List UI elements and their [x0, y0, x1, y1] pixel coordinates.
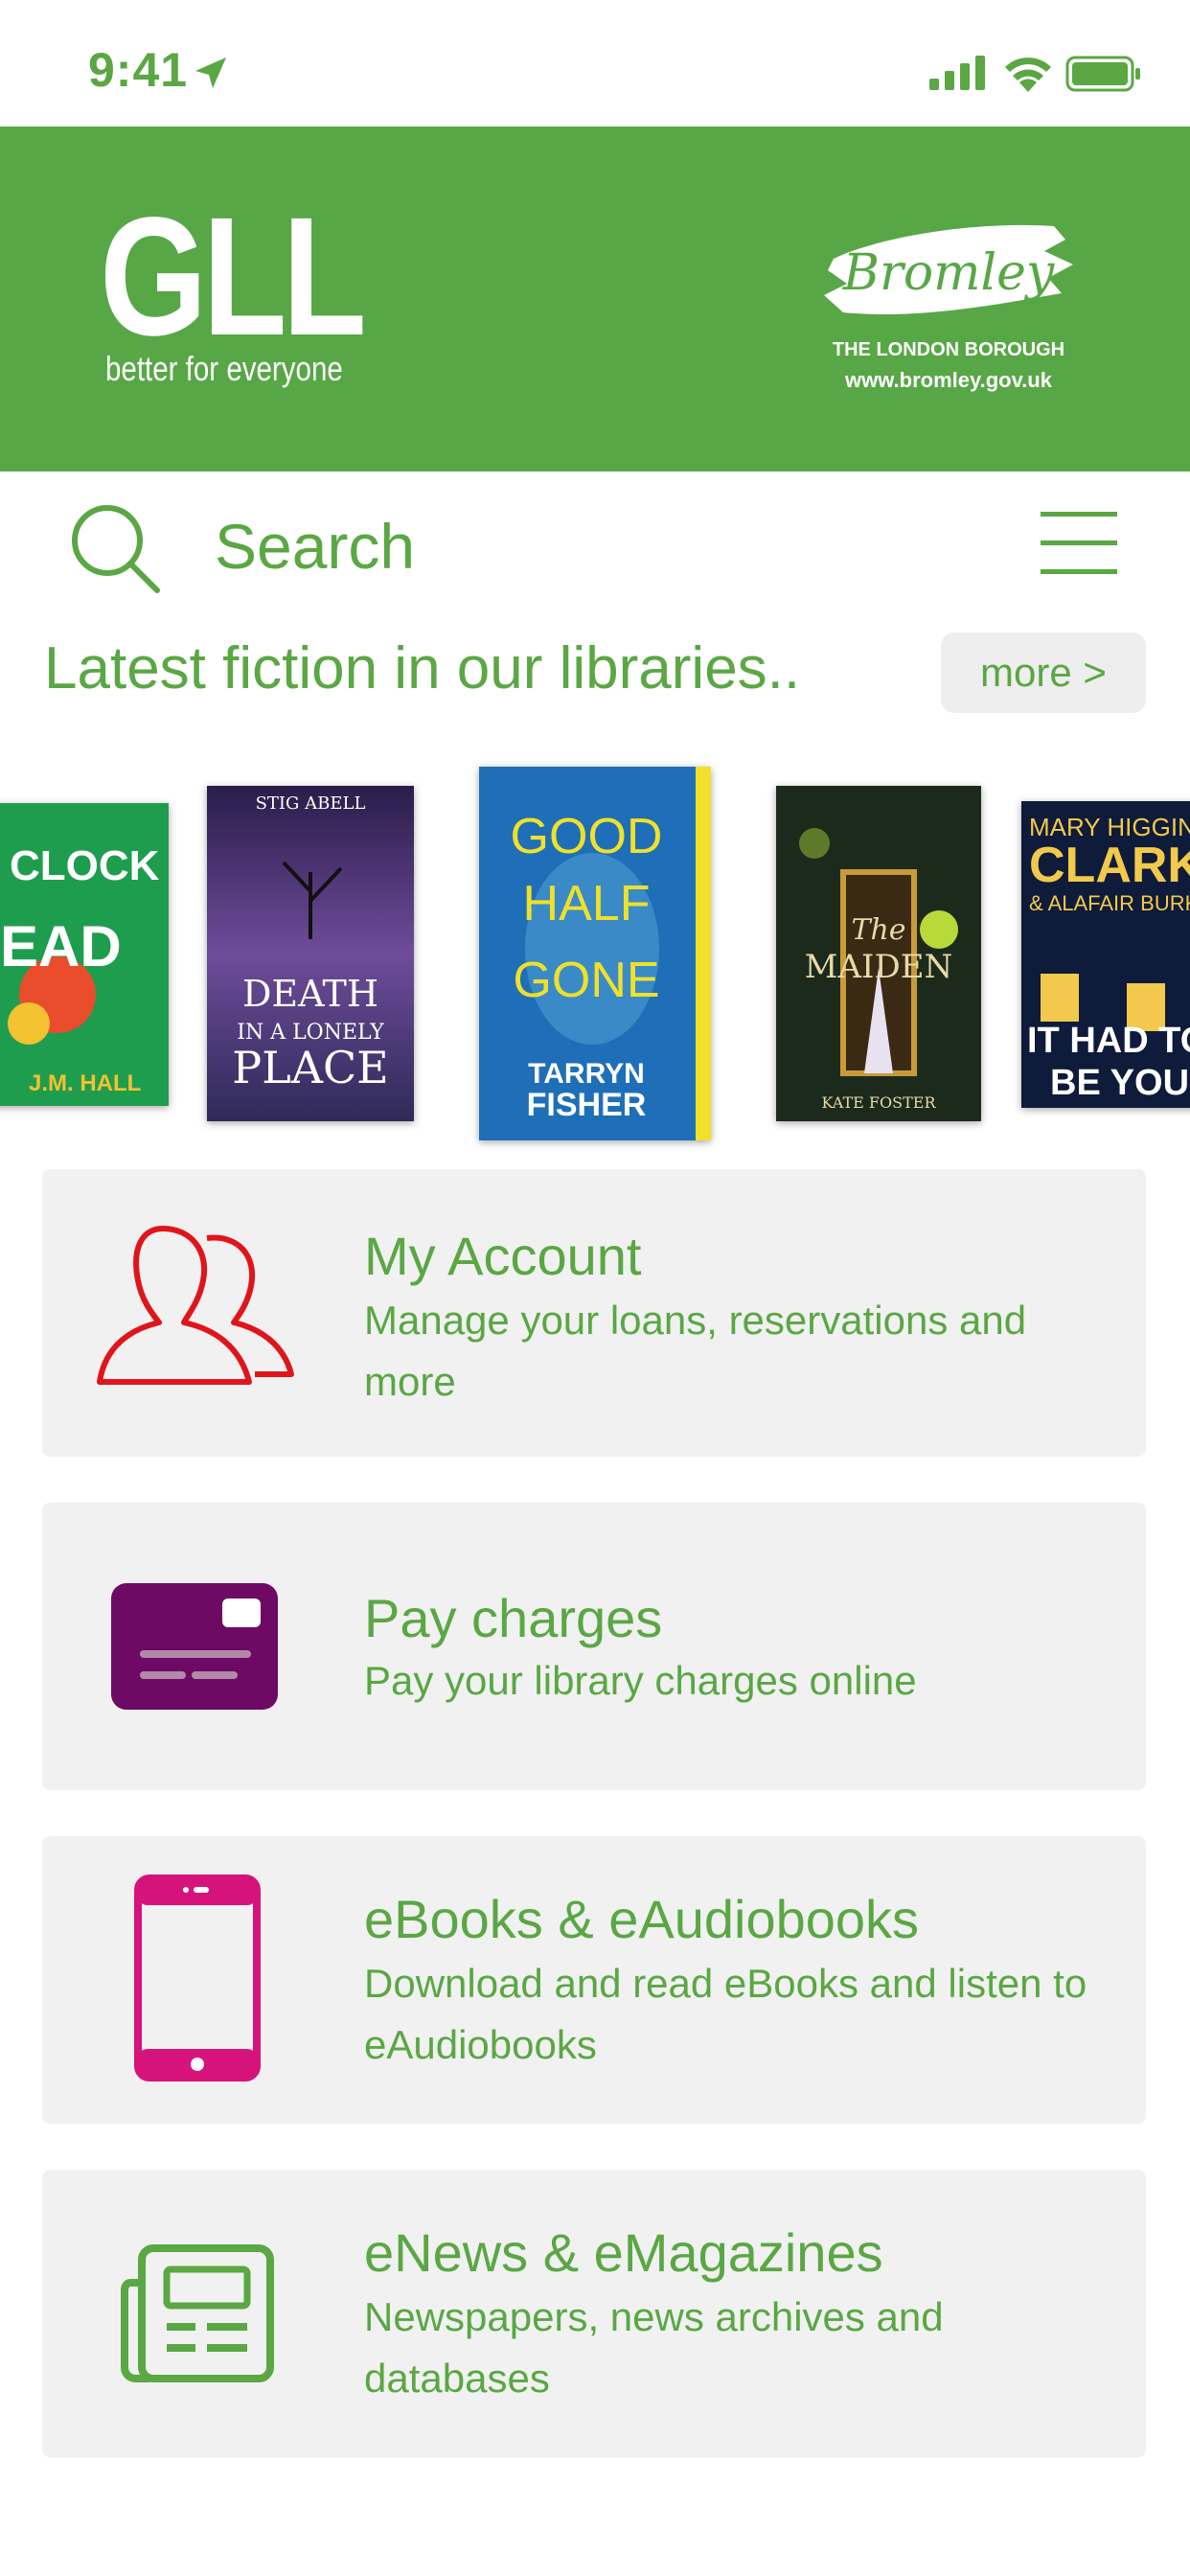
book-cover[interactable]: CLOCK EAD J.M. HALL — [0, 803, 169, 1106]
svg-text:GONE: GONE — [513, 953, 659, 1008]
ebooks-card[interactable]: eBooks & eAudiobooks Download and read e… — [42, 1836, 1146, 2124]
phone-icon — [134, 1874, 261, 2082]
svg-text:& ALAFAIR BURKE: & ALAFAIR BURKE — [1029, 891, 1190, 915]
enews-card[interactable]: eNews & eMagazines Newspapers, news arch… — [42, 2170, 1146, 2457]
svg-text:CLOCK: CLOCK — [10, 842, 160, 889]
wifi-icon — [1005, 58, 1051, 92]
book-cover-art: The MAIDEN KATE FOSTER — [776, 786, 981, 1121]
svg-text:IT HAD TO: IT HAD TO — [1027, 1021, 1190, 1061]
book-carousel[interactable]: CLOCK EAD J.M. HALL STIG ABELL DEATH IN … — [0, 759, 1190, 1152]
card-description: Manage your loans, reservations and more — [364, 1298, 1027, 1404]
signal-icon — [929, 56, 985, 90]
book-cover[interactable]: The MAIDEN KATE FOSTER — [776, 786, 981, 1121]
card-icon — [111, 1583, 278, 1710]
card-title: eNews & eMagazines — [364, 2222, 883, 2283]
card-description: Pay your library charges online — [364, 1658, 917, 1703]
user-group-icon — [97, 1226, 294, 1385]
svg-text:J.M. HALL: J.M. HALL — [29, 1070, 141, 1096]
card-title: Pay charges — [364, 1588, 663, 1648]
more-button[interactable]: more > — [941, 632, 1146, 713]
my-account-card[interactable]: My Account Manage your loans, reservatio… — [42, 1169, 1146, 1457]
svg-text:BE YOU: BE YOU — [1050, 1063, 1189, 1103]
book-cover[interactable]: GOOD HALF GONE TARRYN FISHER — [479, 767, 711, 1140]
book-cover-art: STIG ABELL DEATH IN A LONELY PLACE — [207, 786, 414, 1121]
card-title: My Account — [364, 1226, 642, 1286]
battery-icon — [1065, 56, 1140, 92]
svg-text:HALF: HALF — [523, 876, 651, 932]
svg-text:STIG ABELL: STIG ABELL — [256, 794, 366, 814]
search-input[interactable]: Search — [215, 510, 415, 583]
svg-text:CLARK: CLARK — [1029, 838, 1190, 893]
book-cover-art: MARY HIGGINS CLARK & ALAFAIR BURKE IT HA… — [1021, 801, 1190, 1108]
section-title: Latest fiction in our libraries.. — [44, 635, 801, 702]
svg-text:KATE FOSTER: KATE FOSTER — [822, 1093, 937, 1112]
card-title: eBooks & eAudiobooks — [364, 1889, 920, 1949]
search-icon[interactable] — [67, 500, 163, 596]
status-bar: 9:41 — [0, 0, 1190, 126]
svg-text:GOOD: GOOD — [511, 809, 663, 864]
svg-text:TARRYN: TARRYN — [528, 1058, 645, 1090]
svg-text:MAIDEN: MAIDEN — [805, 948, 953, 986]
svg-text:The: The — [851, 913, 905, 947]
newspaper-icon — [121, 2244, 274, 2382]
svg-text:Bromley: Bromley — [842, 244, 1055, 302]
svg-text:FISHER: FISHER — [527, 1087, 647, 1123]
location-arrow-icon — [195, 58, 226, 88]
svg-text:DEATH: DEATH — [242, 973, 378, 1015]
status-time: 9:41 — [88, 43, 189, 97]
bromley-brush-icon: Bromley — [824, 224, 1073, 314]
book-cover[interactable]: STIG ABELL DEATH IN A LONELY PLACE — [207, 786, 414, 1121]
pay-charges-card[interactable]: Pay charges Pay your library charges onl… — [42, 1503, 1146, 1790]
book-cover[interactable]: MARY HIGGINS CLARK & ALAFAIR BURKE IT HA… — [1021, 801, 1190, 1108]
app-header: GLL better for everyone Bromley THE LOND… — [0, 126, 1190, 472]
book-cover-art: CLOCK EAD J.M. HALL — [0, 803, 169, 1106]
gll-logo: GLL better for everyone — [100, 183, 367, 388]
book-cover-art: GOOD HALF GONE TARRYN FISHER — [479, 767, 711, 1140]
card-description: Download and read eBooks and listen to e… — [364, 1961, 1087, 2067]
search-bar[interactable]: Search — [0, 472, 1190, 615]
svg-text:PLACE: PLACE — [232, 1042, 389, 1093]
hamburger-menu-icon[interactable] — [1041, 510, 1119, 577]
card-description: Newspapers, news archives and databases — [364, 2294, 944, 2401]
svg-text:EAD: EAD — [0, 914, 122, 978]
bromley-logo: Bromley THE LONDON BOROUGH www.bromley.g… — [814, 201, 1083, 402]
